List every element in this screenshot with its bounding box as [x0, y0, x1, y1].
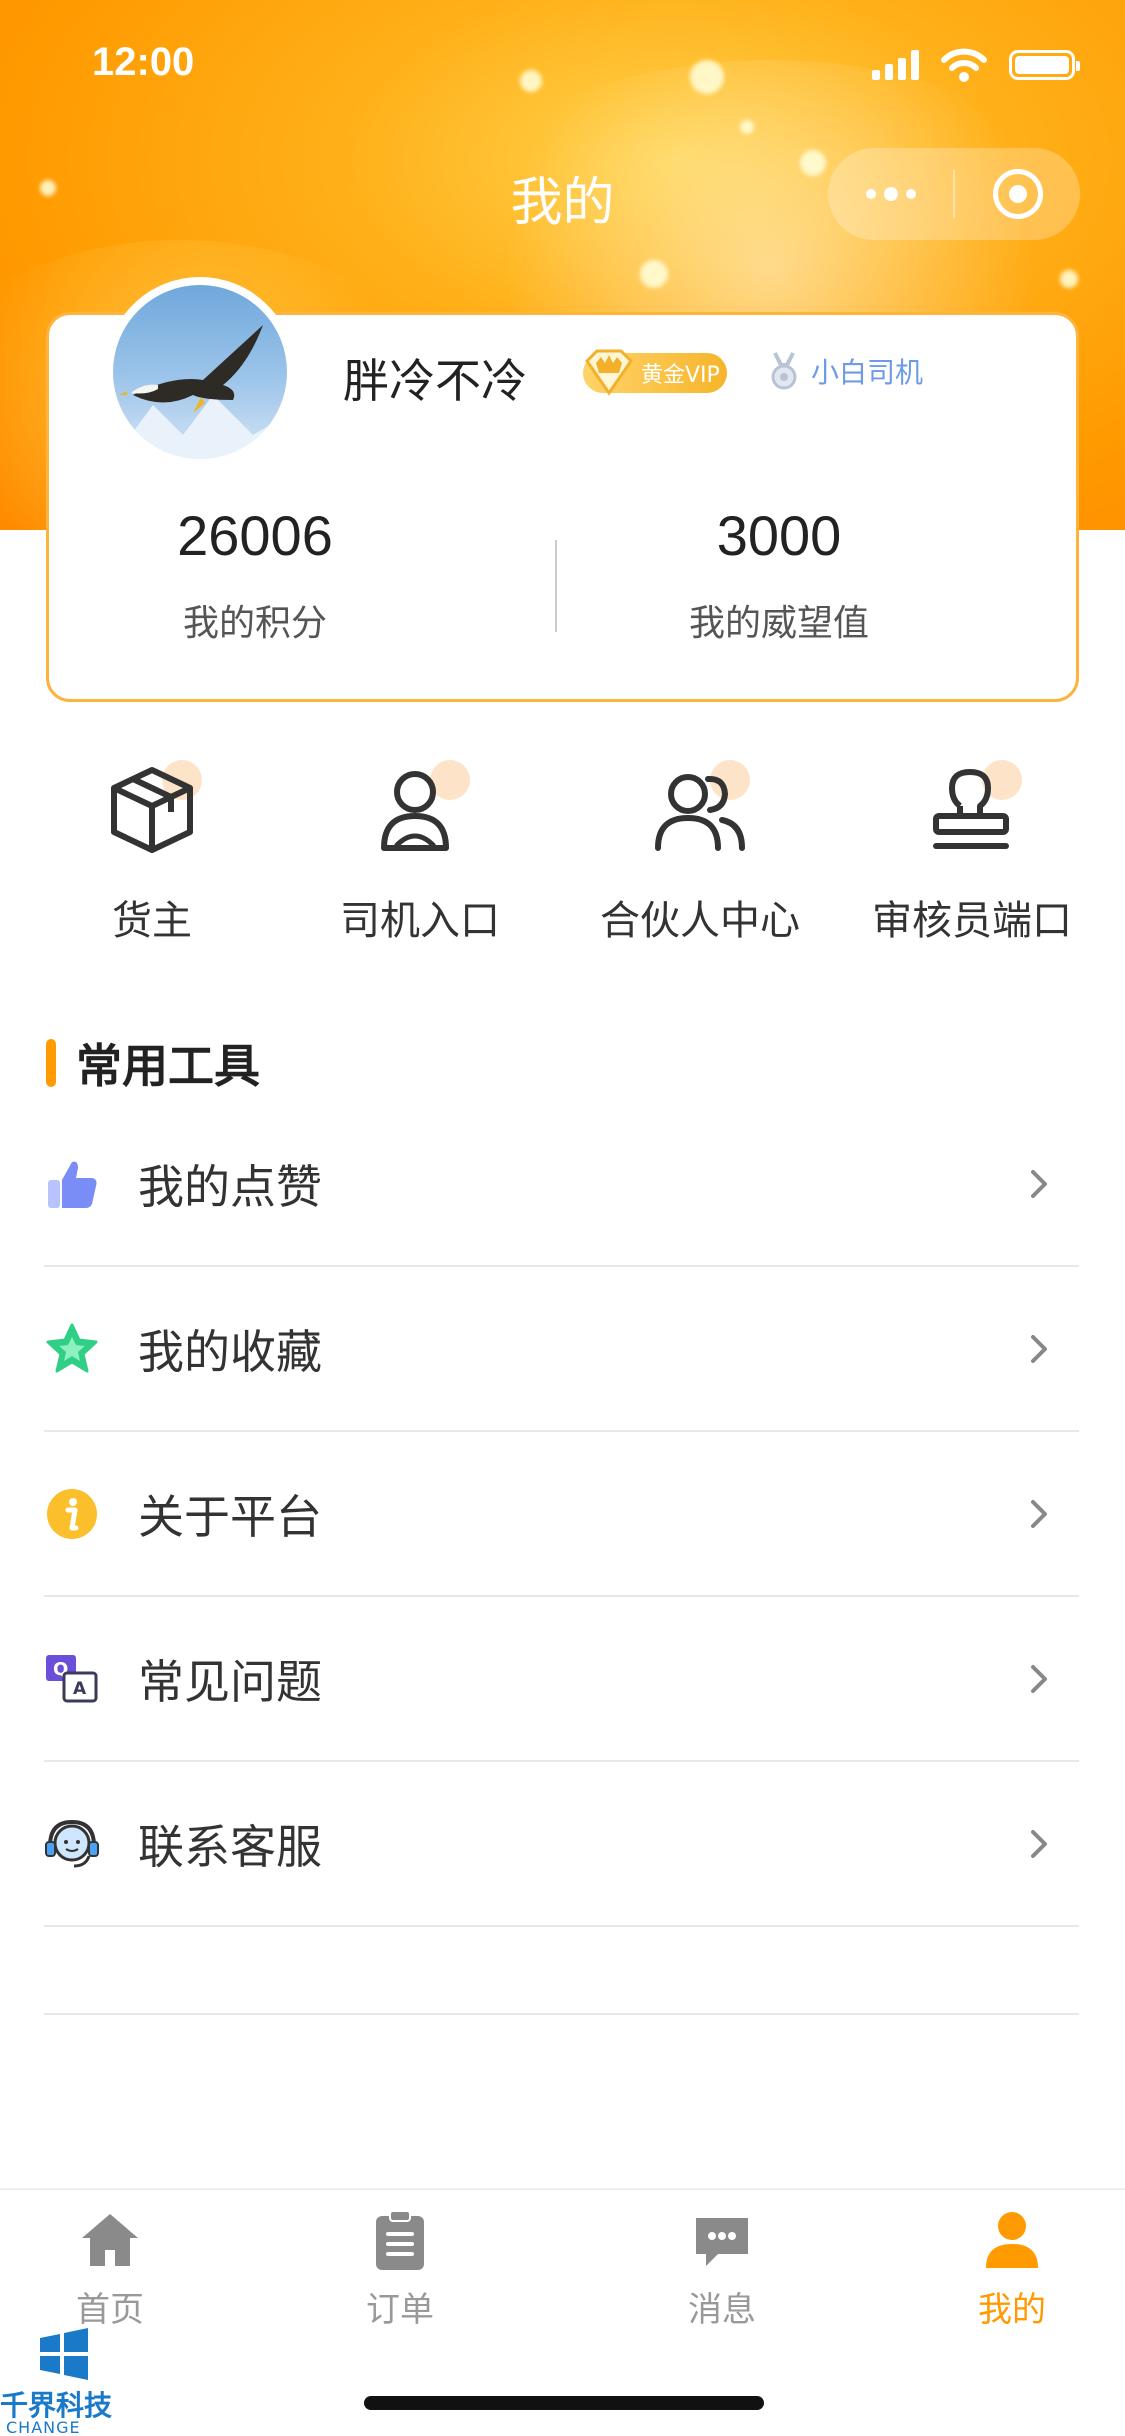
tool-my-likes[interactable]: 我的点赞	[44, 1102, 1079, 1267]
watermark-logo: 千界科技 CHANGE	[0, 2322, 130, 2436]
tool-contact-support[interactable]: 联系客服	[44, 1762, 1079, 1927]
svg-text:A: A	[73, 1679, 87, 1699]
driver-level-badge: 小白司机	[767, 351, 923, 391]
username: 胖冷不冷	[343, 354, 527, 408]
crown-gem-icon	[585, 349, 633, 396]
medal-icon	[771, 352, 797, 390]
tab-label: 我的	[978, 2290, 1046, 2330]
prestige-stat[interactable]: 3000 我的威望值	[579, 503, 979, 646]
chevron-right-icon	[1031, 1334, 1047, 1363]
entry-shipper[interactable]: 货主	[22, 760, 282, 946]
person-icon	[986, 2212, 1038, 2268]
driver-icon	[381, 771, 449, 851]
mini-program-capsule	[828, 148, 1080, 240]
clipboard-icon	[376, 2210, 424, 2270]
box-icon	[111, 767, 193, 853]
tab-home[interactable]: 首页	[20, 2208, 200, 2331]
info-icon	[47, 1488, 97, 1539]
points-label: 我的积分	[182, 603, 327, 644]
vip-badge: 黄金VIP	[583, 349, 727, 396]
entry-label: 合伙人中心	[600, 898, 800, 944]
tool-label: 我的收藏	[138, 1324, 322, 1379]
watermark-subtext: CHANGE	[6, 2418, 81, 2436]
message-icon	[696, 2218, 748, 2266]
entry-driver[interactable]: 司机入口	[290, 760, 550, 946]
tab-messages[interactable]: 消息	[632, 2208, 812, 2331]
headset-icon	[45, 1819, 99, 1867]
chevron-right-icon	[1031, 1664, 1047, 1693]
qa-icon: Q A	[46, 1654, 98, 1702]
prestige-label: 我的威望值	[688, 603, 869, 644]
chevron-right-icon	[1031, 1829, 1047, 1858]
divider	[44, 2013, 1079, 2015]
entry-auditor-portal[interactable]: 审核员端口	[842, 760, 1102, 946]
status-time: 12:00	[92, 40, 195, 84]
entry-partner-center[interactable]: 合伙人中心	[570, 760, 830, 946]
close-mini-program-button[interactable]	[955, 169, 1080, 219]
driver-level-label: 小白司机	[811, 356, 924, 389]
wifi-icon	[941, 48, 987, 82]
tools-list: 我的点赞 我的收藏 关于平台 Q A 常见问题 联系客服	[44, 1102, 1079, 1927]
chevron-right-icon	[1031, 1499, 1047, 1528]
tool-label: 我的点赞	[138, 1159, 322, 1214]
tab-orders[interactable]: 订单	[310, 2208, 490, 2331]
tab-label: 消息	[688, 2290, 756, 2330]
stat-divider	[555, 540, 557, 632]
eagle-avatar-image	[113, 325, 287, 459]
tool-faq[interactable]: Q A 常见问题	[44, 1597, 1079, 1762]
tab-label: 订单	[366, 2290, 434, 2330]
windows-logo-icon	[40, 2328, 88, 2380]
cellular-signal-icon	[872, 50, 919, 80]
partners-icon	[655, 774, 745, 851]
tool-label: 常见问题	[138, 1654, 322, 1709]
entry-label: 司机入口	[340, 898, 500, 944]
entry-label: 货主	[112, 898, 192, 944]
vip-label: 黄金VIP	[641, 363, 720, 388]
stamp-icon	[933, 769, 1009, 849]
star-icon	[46, 1323, 98, 1372]
tool-label: 关于平台	[138, 1489, 322, 1544]
status-bar: 12:00	[0, 0, 1125, 130]
avatar[interactable]	[105, 277, 295, 467]
target-icon	[992, 169, 1043, 219]
battery-icon	[1009, 50, 1080, 80]
home-indicator	[364, 2396, 764, 2410]
more-menu-button[interactable]	[828, 187, 953, 201]
tool-my-favorites[interactable]: 我的收藏	[44, 1267, 1079, 1432]
chevron-right-icon	[1031, 1169, 1047, 1198]
tool-about-platform[interactable]: 关于平台	[44, 1432, 1079, 1597]
points-value: 26006	[177, 504, 333, 567]
tab-mine[interactable]: 我的	[922, 2208, 1102, 2331]
section-heading: 常用工具	[46, 1030, 260, 1096]
role-entries: 货主 司机入口 合伙人中心 审核员端口	[0, 760, 1125, 960]
points-stat[interactable]: 26006 我的积分	[55, 503, 455, 646]
tool-label: 联系客服	[138, 1819, 322, 1874]
home-icon	[82, 2214, 138, 2266]
entry-label: 审核员端口	[872, 898, 1072, 944]
section-title: 常用工具	[76, 1039, 260, 1093]
prestige-value: 3000	[716, 504, 842, 567]
profile-card: 胖冷不冷 黄金VIP 小白司机 26006 我的积分 3000 我的威望值	[46, 277, 1079, 702]
thumbs-up-icon	[48, 1161, 97, 1208]
